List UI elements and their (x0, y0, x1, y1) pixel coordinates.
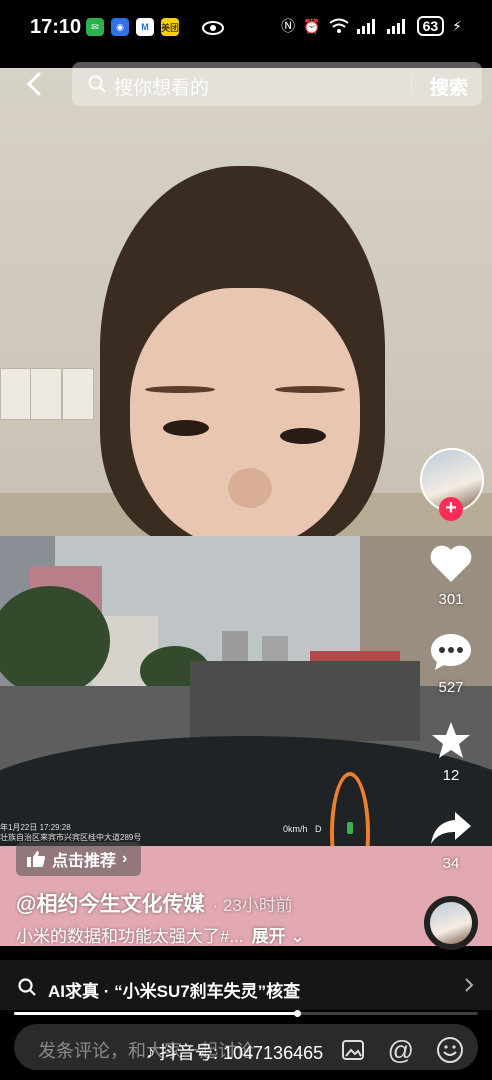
alarm-icon: ⏰ (303, 17, 321, 34)
music-disc[interactable] (424, 896, 478, 950)
follow-button[interactable]: + (439, 497, 463, 521)
chevron-right-icon (465, 978, 474, 992)
nfc-icon: Ⓝ (281, 18, 296, 34)
comment-count: 527 (438, 679, 464, 696)
truck-canopy (310, 651, 400, 661)
wall-outlet (30, 368, 62, 420)
wall-outlet (0, 368, 32, 420)
eye (280, 428, 326, 444)
wall-outlet (62, 368, 94, 420)
comment-icon (431, 634, 471, 670)
search-icon (18, 978, 36, 996)
douyin-id-watermark: ♪ 抖音号: 1047136465 (146, 1039, 323, 1065)
search-placeholder[interactable]: 搜你想看的 (114, 73, 209, 100)
dashcam-gear: D (315, 824, 322, 834)
promote-label: 点击推荐 (52, 853, 117, 870)
truck (190, 661, 420, 741)
video-caption: 小米的数据和功能太强大了#... (16, 927, 244, 946)
status-bar: 17:10 ✉ ◉ M 美团 Ⓝ ⏰ 63 ⚡ (0, 0, 492, 58)
wifi-icon (328, 18, 349, 33)
comment-bar: 发条评论，和大家一起讨论 @ ♪ 抖音号: 1047136465 (0, 1018, 492, 1080)
emoji-icon[interactable] (436, 1036, 464, 1064)
douyin-id-text: 抖音号: 1047136465 (159, 1043, 324, 1063)
m-app-icon: M (136, 18, 154, 36)
ai-fact-check-label: AI求真 · “小米SU7刹车失灵”核查 (48, 982, 301, 1001)
charging-icon: ⚡ (452, 17, 462, 34)
expand-button[interactable]: 展开 ⌄ (252, 927, 305, 946)
status-time: 17:10 (30, 16, 82, 38)
search-divider (411, 74, 412, 94)
chevron-down-icon: ⌄ (290, 927, 305, 946)
image-icon[interactable] (340, 1037, 366, 1063)
person-face (130, 288, 360, 548)
share-arrow-icon (431, 812, 471, 844)
heart-icon (430, 545, 472, 582)
eye-icon (202, 21, 224, 35)
search-icon (88, 75, 106, 93)
app-icon: ◉ (111, 18, 129, 36)
progress-fill (14, 1012, 298, 1015)
signal-icon (356, 19, 375, 34)
star-icon (432, 722, 470, 758)
mention-icon[interactable]: @ (388, 1037, 414, 1063)
ai-fact-check-bar[interactable]: AI求真 · “小米SU7刹车失灵”核查 (0, 960, 492, 1010)
eyebrow (275, 386, 345, 393)
signal-2-icon (386, 19, 405, 34)
progress-handle[interactable] (294, 1010, 302, 1017)
expand-label: 展开 (251, 927, 286, 946)
comment-button[interactable]: 527 (418, 632, 484, 696)
author-line: @相约今生文化传媒 · 23小时前 (16, 888, 293, 918)
favorite-count: 12 (442, 767, 460, 784)
eyebrow (145, 386, 215, 393)
share-button[interactable]: 34 (418, 808, 484, 872)
chevron-right-icon: › (122, 850, 128, 867)
caption-line: 小米的数据和功能太强大了#... 展开 ⌄ (16, 922, 305, 947)
eye (163, 420, 209, 436)
battery-level: 63 (416, 16, 445, 36)
status-right: Ⓝ ⏰ 63 ⚡ (281, 16, 462, 36)
post-time: · 23小时前 (212, 896, 293, 915)
favorite-button[interactable]: 12 (418, 720, 484, 784)
like-count: 301 (438, 591, 464, 608)
like-button[interactable]: 301 (418, 544, 484, 608)
nose (228, 468, 272, 508)
notification-icons: ✉ ◉ M 美团 (86, 18, 179, 36)
comment-tools: @ (340, 1036, 464, 1064)
dashcam-speed: 0km/h (283, 824, 308, 834)
search-box[interactable]: 搜你想看的 搜索 (72, 62, 482, 106)
thumbs-up-icon (27, 851, 45, 867)
share-count: 34 (442, 855, 460, 872)
author-name[interactable]: @相约今生文化传媒 (16, 893, 204, 916)
back-button[interactable] (20, 70, 48, 98)
search-button[interactable]: 搜索 (430, 73, 468, 100)
douyin-logo-icon: ♪ (146, 1041, 155, 1062)
back-arrow-icon (26, 71, 42, 97)
wechat-icon: ✉ (86, 18, 104, 36)
video-progress-bar[interactable] (14, 1010, 478, 1017)
promote-button[interactable]: 点击推荐 › (16, 842, 142, 876)
meituan-icon: 美团 (161, 18, 179, 36)
